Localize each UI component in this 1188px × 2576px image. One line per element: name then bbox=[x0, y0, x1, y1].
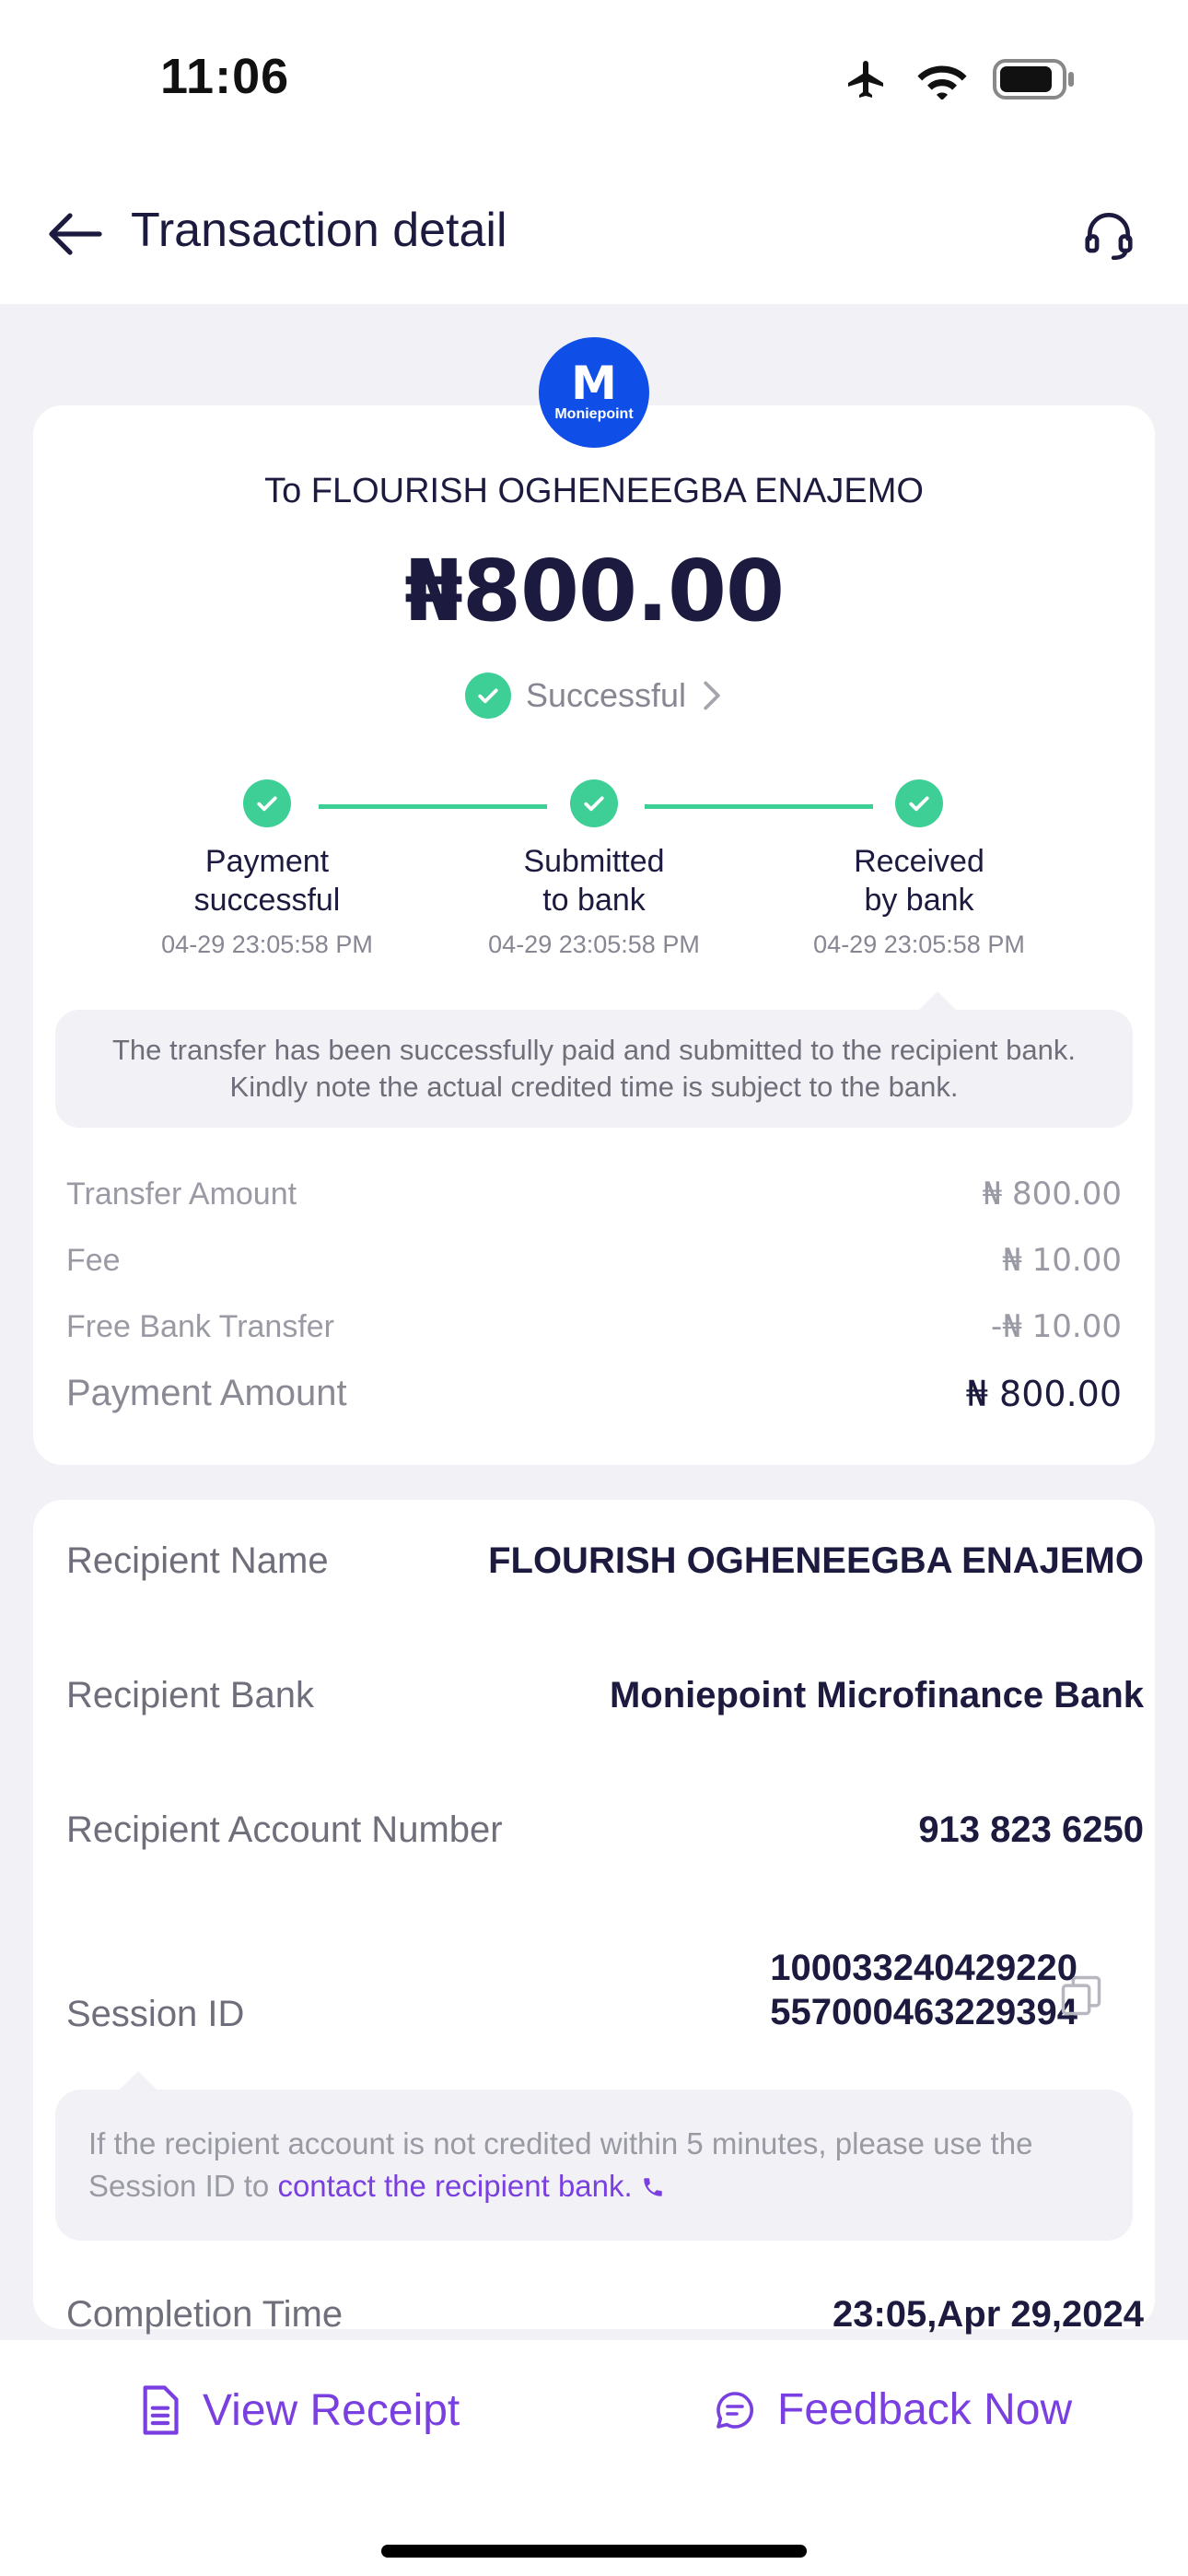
brand-initial: M bbox=[571, 357, 617, 410]
recipient-bank-row: Recipient Bank Moniepoint Microfinance B… bbox=[66, 1675, 1144, 1716]
fee-row: Fee ₦ 10.00 bbox=[66, 1242, 1122, 1279]
battery-icon bbox=[993, 59, 1074, 100]
session-note-prefix: Session ID to bbox=[88, 2169, 278, 2203]
completion-time-value: 23:05,Apr 29,2024 bbox=[832, 2294, 1144, 2335]
view-receipt-label: View Receipt bbox=[203, 2385, 460, 2435]
account-number-row: Recipient Account Number 913 823 6250 bbox=[66, 1809, 1144, 1851]
chat-bubble-icon bbox=[716, 2391, 753, 2429]
chevron-right-icon bbox=[704, 681, 720, 710]
session-id-line: 100033240429220 bbox=[770, 1948, 1077, 1988]
step-label-line: Received bbox=[854, 844, 984, 879]
completion-time-label: Completion Time bbox=[66, 2294, 344, 2335]
fee-label: Fee bbox=[66, 1242, 121, 1278]
copy-icon bbox=[1061, 1975, 1101, 2016]
status-time: 11:06 bbox=[160, 49, 290, 104]
payment-amount-value: ₦ 800.00 bbox=[965, 1373, 1122, 1414]
recipient-bank-value: Moniepoint Microfinance Bank bbox=[609, 1675, 1144, 1715]
step-time: 04-29 23:05:58 PM bbox=[813, 931, 1025, 958]
customer-support-button[interactable] bbox=[1070, 195, 1147, 273]
step-check-icon bbox=[570, 779, 618, 827]
status-bar: 11:06 bbox=[0, 0, 1188, 166]
arrow-left-icon bbox=[49, 213, 102, 255]
phone-icon bbox=[644, 2178, 662, 2196]
step-time: 04-29 23:05:58 PM bbox=[488, 931, 700, 958]
status-icons bbox=[842, 57, 1077, 101]
page-title: Transaction detail bbox=[131, 204, 507, 257]
progress-steps: Payment successful 04-29 23:05:58 PM Sub… bbox=[33, 779, 1155, 991]
account-number-label: Recipient Account Number bbox=[66, 1809, 503, 1850]
payment-amount-label: Payment Amount bbox=[66, 1373, 347, 1413]
copy-session-id-button[interactable] bbox=[1057, 1972, 1105, 2020]
step-check-icon bbox=[895, 779, 943, 827]
step-time: 04-29 23:05:58 PM bbox=[161, 931, 373, 958]
fee-value: ₦ 10.00 bbox=[1002, 1242, 1122, 1279]
transaction-amount: ₦800.00 bbox=[403, 542, 785, 640]
recipient-name-value: FLOURISH OGHENEEGBA ENAJEMO bbox=[488, 1540, 1144, 1581]
session-note-line: If the recipient account is not credited… bbox=[88, 2126, 1033, 2160]
recipient-name-row: Recipient Name FLOURISH OGHENEEGBA ENAJE… bbox=[66, 1540, 1144, 1582]
session-id-line: 557000463229394 bbox=[770, 1992, 1077, 2032]
status-text: Successful bbox=[525, 676, 687, 714]
session-note-pointer bbox=[118, 2071, 158, 2091]
transfer-note: The transfer has been successfully paid … bbox=[55, 1010, 1133, 1128]
status-link[interactable]: Successful bbox=[33, 673, 1155, 719]
top-navigation-bar: Transaction detail bbox=[0, 166, 1188, 304]
transaction-summary-card: To FLOURISH OGHENEEGBA ENAJEMO ₦800.00 S… bbox=[33, 405, 1155, 1465]
feedback-label: Feedback Now bbox=[777, 2385, 1073, 2434]
recipient-name-label: Recipient Name bbox=[66, 1540, 329, 1581]
step-label-line: Submitted bbox=[523, 844, 665, 879]
feedback-button[interactable]: Feedback Now bbox=[713, 2384, 1072, 2435]
session-note: If the recipient account is not credited… bbox=[55, 2090, 1133, 2241]
step-received-by-bank: Received by bank 04-29 23:05:58 PM bbox=[763, 779, 1076, 959]
recipient-line: To FLOURISH OGHENEEGBA ENAJEMO bbox=[264, 472, 924, 510]
step-label-line: to bank bbox=[542, 883, 646, 918]
recipient-bank-logo: M Moniepoint bbox=[539, 337, 649, 448]
contact-bank-link[interactable]: contact the recipient bank. bbox=[277, 2169, 632, 2203]
headset-icon bbox=[1085, 213, 1133, 261]
wifi-icon bbox=[917, 65, 967, 100]
brand-name: Moniepoint bbox=[554, 406, 634, 422]
document-icon bbox=[143, 2385, 179, 2435]
free-transfer-label: Free Bank Transfer bbox=[66, 1308, 335, 1344]
session-id-value: 100033240429220 557000463229394 bbox=[770, 1946, 1077, 2034]
step-label-line: by bank bbox=[864, 883, 974, 918]
transfer-note-line: Kindly note the actual credited time is … bbox=[229, 1071, 959, 1103]
bottom-action-bar: View Receipt Feedback Now bbox=[0, 2340, 1188, 2576]
step-payment-successful: Payment successful 04-29 23:05:58 PM bbox=[111, 779, 424, 959]
transaction-detail-screen: 11:06 Transaction detail M Moniepoint To… bbox=[0, 0, 1188, 2576]
step-check-icon bbox=[243, 779, 291, 827]
transfer-amount-value: ₦ 800.00 bbox=[982, 1176, 1122, 1212]
completion-time-row: Completion Time 23:05,Apr 29,2024 bbox=[66, 2294, 1144, 2336]
step-submitted-to-bank: Submitted to bank 04-29 23:05:58 PM bbox=[437, 779, 751, 959]
transfer-amount-row: Transfer Amount ₦ 800.00 bbox=[66, 1176, 1122, 1212]
step-label-line: successful bbox=[193, 883, 341, 918]
free-transfer-row: Free Bank Transfer -₦ 10.00 bbox=[66, 1308, 1122, 1345]
home-indicator[interactable] bbox=[381, 2545, 807, 2558]
step-label: Submitted to bank bbox=[437, 842, 751, 919]
step-label-line: Payment bbox=[204, 844, 330, 879]
info-box-pointer bbox=[917, 991, 958, 1012]
transfer-amount-label: Transfer Amount bbox=[66, 1176, 297, 1212]
account-number-value: 913 823 6250 bbox=[918, 1809, 1144, 1850]
step-label: Payment successful bbox=[111, 842, 424, 919]
payment-amount-row: Payment Amount ₦ 800.00 bbox=[66, 1373, 1122, 1414]
view-receipt-button[interactable]: View Receipt bbox=[138, 2384, 460, 2436]
success-check-icon bbox=[464, 673, 511, 719]
session-note-line: Session ID to contact the recipient bank… bbox=[88, 2165, 1100, 2207]
free-transfer-value: -₦ 10.00 bbox=[990, 1308, 1122, 1345]
airplane-icon bbox=[848, 61, 883, 98]
recipient-bank-label: Recipient Bank bbox=[66, 1675, 315, 1715]
session-id-label: Session ID bbox=[66, 1994, 245, 2034]
step-label: Received by bank bbox=[763, 842, 1076, 919]
transfer-note-line: The transfer has been successfully paid … bbox=[112, 1034, 1076, 1066]
back-button[interactable] bbox=[41, 199, 111, 269]
